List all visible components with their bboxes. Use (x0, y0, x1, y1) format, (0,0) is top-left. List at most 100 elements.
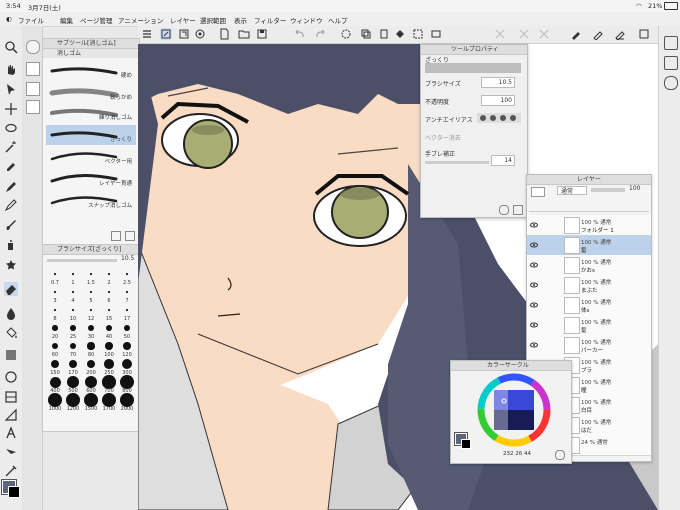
decoration-tool-icon[interactable] (4, 258, 18, 272)
eraser-group-icon-2[interactable] (26, 82, 40, 96)
pencil-icon[interactable] (592, 28, 604, 41)
hand-icon[interactable] (4, 62, 18, 76)
blend-mode-select[interactable]: 通常 (557, 186, 587, 195)
menu-window[interactable]: ウィンドウ (290, 15, 323, 25)
redo-icon[interactable] (314, 28, 326, 40)
brush-size-dot[interactable] (48, 393, 62, 407)
eraser-shortcut-icon[interactable] (614, 28, 626, 41)
opacity-field[interactable]: 100 (481, 95, 515, 106)
frame-tool-icon[interactable] (4, 390, 18, 404)
layer-row[interactable]: 100 % 通常 かおs (527, 255, 651, 276)
operation-icon[interactable] (4, 82, 18, 96)
magic-wand-icon[interactable] (4, 140, 18, 154)
brush-size-dot[interactable] (49, 376, 61, 388)
brush-size-dot[interactable] (105, 342, 113, 350)
delete-subtool-icon[interactable] (125, 231, 135, 241)
fill-icon[interactable] (394, 28, 406, 40)
brush-item-hard[interactable]: 硬め (46, 61, 136, 81)
open-folder-icon[interactable] (238, 28, 250, 40)
layer-opacity-slider[interactable] (591, 188, 625, 192)
brush-size-dot[interactable] (67, 376, 79, 388)
brush-size-dot[interactable] (123, 342, 131, 350)
stabilize-field[interactable]: 14 (491, 155, 515, 166)
menu-edit[interactable]: 編集 (60, 15, 73, 25)
layer-row[interactable]: 100 % 通常 まぶた (527, 275, 651, 296)
brush-item-rough[interactable]: ざっくり (46, 125, 136, 145)
menu-file[interactable]: ファイル (18, 15, 44, 25)
paste-icon[interactable] (378, 28, 390, 40)
brush-size-dot[interactable] (105, 324, 113, 332)
new-file-icon[interactable] (218, 28, 230, 40)
brush-size-dot[interactable] (102, 375, 116, 389)
brush-size-dot[interactable] (52, 325, 58, 331)
visibility-eye-icon[interactable] (530, 221, 538, 229)
layer-row[interactable]: 100 % 通常 フォルダー 1 (527, 215, 651, 236)
layer-row[interactable]: 100 % 通常髪 (527, 315, 651, 336)
transform-icon[interactable] (412, 28, 424, 40)
fill-tool-icon[interactable] (4, 326, 18, 340)
lasso-icon[interactable] (4, 122, 18, 136)
settings-icon[interactable] (194, 28, 206, 40)
correction-tool-icon[interactable] (4, 464, 18, 478)
airbrush-tool-icon[interactable] (4, 238, 18, 252)
brush-size-dot[interactable] (50, 359, 60, 369)
brush-size-dot[interactable] (88, 325, 94, 331)
brush-size-dot[interactable] (90, 273, 92, 275)
ruler-tool-icon[interactable] (4, 408, 18, 422)
layer-row[interactable]: 100 % 通常 体s (527, 295, 651, 316)
menu-icon[interactable] (141, 28, 153, 40)
brush-size-dot[interactable] (66, 393, 80, 407)
brush-tool-icon[interactable] (4, 218, 18, 232)
brush-size-dot[interactable] (126, 309, 128, 311)
layer-properties-icon[interactable] (664, 76, 678, 90)
brush-size-dot[interactable] (54, 291, 56, 293)
brush-size-dot[interactable] (123, 324, 131, 332)
brush-size-dot[interactable] (108, 291, 110, 293)
visibility-eye-icon[interactable] (530, 281, 538, 289)
menu-animation[interactable]: アニメーション (118, 15, 163, 25)
antialias-selector[interactable] (477, 113, 521, 123)
visibility-eye-icon[interactable] (530, 241, 538, 249)
brush-size-dot[interactable] (72, 291, 74, 293)
brush-size-dot[interactable] (121, 358, 133, 370)
eraser-tool-icon[interactable] (4, 282, 18, 296)
eyedropper-icon[interactable] (4, 158, 18, 172)
brush-item-kneaded[interactable]: 練り消しゴム (46, 103, 136, 123)
figure-tool-icon[interactable] (4, 370, 18, 384)
panel-icon[interactable] (664, 56, 678, 70)
brush-size-dot[interactable] (68, 359, 78, 369)
brush-size-dot[interactable] (69, 342, 77, 350)
save-icon[interactable] (256, 28, 268, 40)
menu-help[interactable]: ヘルプ (328, 15, 348, 25)
layer-color-icon[interactable] (531, 187, 545, 197)
brush-size-dot[interactable] (120, 393, 134, 407)
brush-size-dot[interactable] (72, 309, 74, 311)
brush-item-soft[interactable]: 軟らかめ (46, 83, 136, 103)
search-icon[interactable] (26, 40, 40, 54)
brush-size-dot[interactable] (84, 393, 98, 407)
add-property-icon[interactable] (499, 205, 509, 215)
deselect-icon[interactable] (518, 28, 530, 40)
crop-icon[interactable] (538, 28, 550, 40)
menu-selection[interactable]: 選択範囲 (200, 15, 226, 25)
visibility-eye-icon[interactable] (530, 301, 538, 309)
shortcut-icon[interactable] (638, 28, 650, 40)
copy-icon[interactable] (360, 28, 372, 40)
move-icon[interactable] (4, 102, 18, 116)
pen-tool-icon[interactable] (4, 180, 18, 194)
layer-row[interactable]: 100 % 通常髪 (527, 235, 651, 256)
brush-size-dot[interactable] (104, 359, 114, 369)
visibility-eye-icon[interactable] (530, 341, 538, 349)
ruler-icon[interactable] (178, 28, 190, 40)
eraser-group-icon-3[interactable] (26, 100, 40, 114)
menu-filter[interactable]: フィルター (254, 15, 286, 25)
brush-size-dot[interactable] (126, 273, 128, 275)
brush-size-dot[interactable] (108, 273, 110, 275)
eraser-group-icon[interactable] (26, 62, 40, 76)
brush-size-dot[interactable] (90, 309, 92, 311)
blend-tool-icon[interactable] (4, 306, 18, 320)
brush-size-dot[interactable] (120, 375, 134, 389)
tool-settings-icon[interactable] (513, 205, 523, 215)
pen-icon[interactable] (570, 28, 582, 40)
balloon-tool-icon[interactable] (4, 446, 18, 460)
